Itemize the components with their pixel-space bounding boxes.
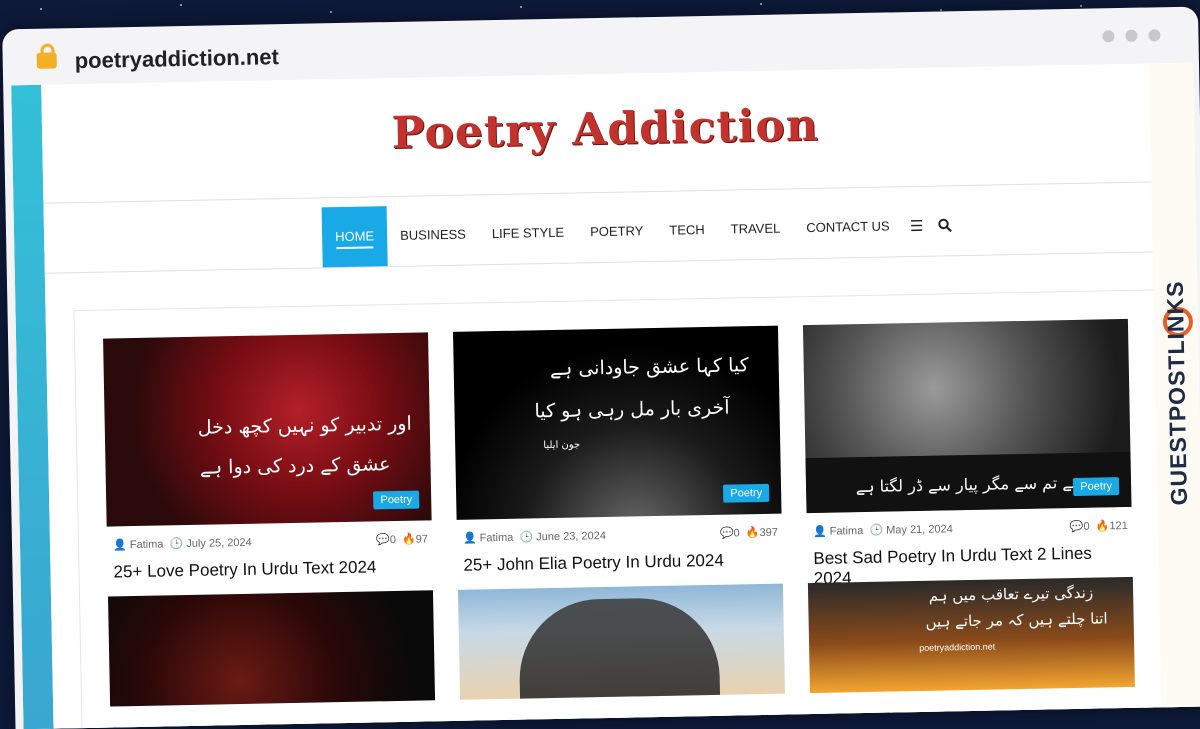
post-author[interactable]: Fatima: [130, 538, 164, 551]
address-bar-url[interactable]: poetryaddiction.net: [74, 44, 279, 74]
page-viewport: Poetry Addiction HOME BUSINESS LIFE STYL…: [11, 62, 1200, 729]
main-nav: HOME BUSINESS LIFE STYLE POETRY TECH TRA…: [321, 195, 960, 268]
post-author[interactable]: Fatima: [480, 532, 514, 545]
post-date: May 21, 2024: [886, 523, 953, 537]
post-meta: 👤 Fatima 🕒 July 25, 2024 💬0 🔥97: [107, 528, 432, 556]
comment-icon: 💬: [375, 534, 390, 547]
user-icon: 👤: [112, 539, 127, 552]
post-card[interactable]: [108, 590, 436, 707]
category-badge[interactable]: Poetry: [373, 490, 420, 510]
post-thumbnail[interactable]: کیا کہا عشق جاودانی ہے آخری بار مل رہی ہ…: [452, 325, 782, 520]
nav-item-contact-us[interactable]: CONTACT US: [793, 196, 903, 258]
site-logo[interactable]: Poetry Addiction: [42, 93, 1169, 166]
window-dot-icon[interactable]: [1148, 29, 1161, 42]
post-title[interactable]: 25+ John Elia Poetry In Urdu 2024: [463, 550, 782, 576]
image-caption-line: آخری بار مل رہی ہو کیا: [534, 396, 730, 423]
posts-grid: اور تدبیر کو نہیں کچھ دخل عشق کے درد کی …: [73, 289, 1164, 729]
category-badge[interactable]: Poetry: [1073, 477, 1120, 496]
website: Poetry Addiction HOME BUSINESS LIFE STYL…: [41, 63, 1180, 729]
user-icon: 👤: [812, 525, 827, 539]
fire-icon: 🔥: [745, 527, 760, 540]
post-card[interactable]: [457, 583, 786, 700]
post-card[interactable]: اور تدبیر کو نہیں کچھ دخل عشق کے درد کی …: [103, 332, 433, 582]
watermark-text: GUESTPOSTLINKS: [1161, 280, 1192, 506]
image-caption-poet: جون ایلیا: [543, 439, 581, 452]
image-caption-line: اور تدبیر کو نہیں کچھ دخل: [197, 412, 412, 439]
category-badge[interactable]: Poetry: [723, 483, 770, 503]
search-icon[interactable]: [930, 195, 959, 256]
post-card[interactable]: زندگی تیرے تعاقب میں ہم اتنا چلتے ہیں کہ…: [807, 576, 1135, 694]
clock-icon: 🕒: [169, 538, 184, 551]
menu-icon[interactable]: ☰: [902, 196, 931, 257]
window-controls: [1102, 29, 1161, 43]
post-card[interactable]: کیا کہا عشق جاودانی ہے آخری بار مل رہی ہ…: [452, 325, 783, 576]
post-thumbnail[interactable]: ہے تم سے مگر پیار سے ڈر لگتا ہے Poetry: [802, 318, 1132, 514]
view-count: 121: [1109, 519, 1128, 533]
clock-icon: 🕒: [519, 531, 534, 544]
nav-item-poetry[interactable]: POETRY: [577, 201, 657, 263]
comment-count: 0: [733, 527, 740, 540]
post-card[interactable]: ہے تم سے مگر پیار سے ڈر لگتا ہے Poetry 👤…: [802, 318, 1133, 589]
header-divider: [43, 181, 1170, 204]
nav-item-business[interactable]: BUSINESS: [387, 204, 480, 266]
nav-item-travel[interactable]: TRAVEL: [717, 198, 794, 259]
people-silhouette: [518, 596, 721, 700]
clock-icon: 🕒: [869, 524, 884, 537]
image-caption-line: اتنا چلتے ہیں کہ مر جاتے ہیں: [925, 609, 1108, 631]
nav-item-home[interactable]: HOME: [321, 206, 388, 268]
comment-count: 0: [389, 534, 397, 547]
image-watermark: poetryaddiction.net: [919, 641, 996, 653]
image-caption-line: کیا کہا عشق جاودانی ہے: [549, 354, 749, 381]
post-title[interactable]: 25+ Love Poetry In Urdu Text 2024: [113, 556, 432, 582]
comment-count: 0: [1083, 520, 1090, 533]
comment-icon: 💬: [719, 527, 734, 540]
view-count: 97: [415, 533, 429, 546]
image-caption-line: زندگی تیرے تعاقب میں ہم: [928, 583, 1094, 605]
post-meta: 👤 Fatima 🕒 June 23, 2024 💬0 🔥397: [457, 522, 782, 550]
window-dot-icon[interactable]: [1102, 30, 1115, 43]
post-author[interactable]: Fatima: [830, 525, 864, 538]
post-date: July 25, 2024: [186, 536, 252, 551]
fire-icon: 🔥: [1095, 520, 1110, 533]
post-thumbnail[interactable]: [457, 583, 786, 700]
post-date: June 23, 2024: [536, 529, 607, 544]
view-count: 397: [759, 526, 779, 540]
nav-item-life-style[interactable]: LIFE STYLE: [478, 202, 577, 264]
post-meta: 👤 Fatima 🕒 May 21, 2024 💬0 🔥121: [807, 515, 1132, 543]
post-thumbnail[interactable]: [108, 590, 436, 707]
browser-window: poetryaddiction.net Poetry Addiction HOM…: [2, 6, 1200, 729]
post-thumbnail[interactable]: اور تدبیر کو نہیں کچھ دخل عشق کے درد کی …: [103, 332, 432, 527]
lock-icon: [36, 52, 57, 69]
fire-icon: 🔥: [401, 533, 416, 546]
image-caption-line: عشق کے درد کی دوا ہے: [199, 453, 391, 479]
window-dot-icon[interactable]: [1125, 29, 1138, 42]
comment-icon: 💬: [1069, 520, 1084, 534]
nav-item-tech[interactable]: TECH: [656, 200, 719, 261]
user-icon: 👤: [462, 532, 477, 545]
post-thumbnail[interactable]: زندگی تیرے تعاقب میں ہم اتنا چلتے ہیں کہ…: [807, 576, 1135, 694]
